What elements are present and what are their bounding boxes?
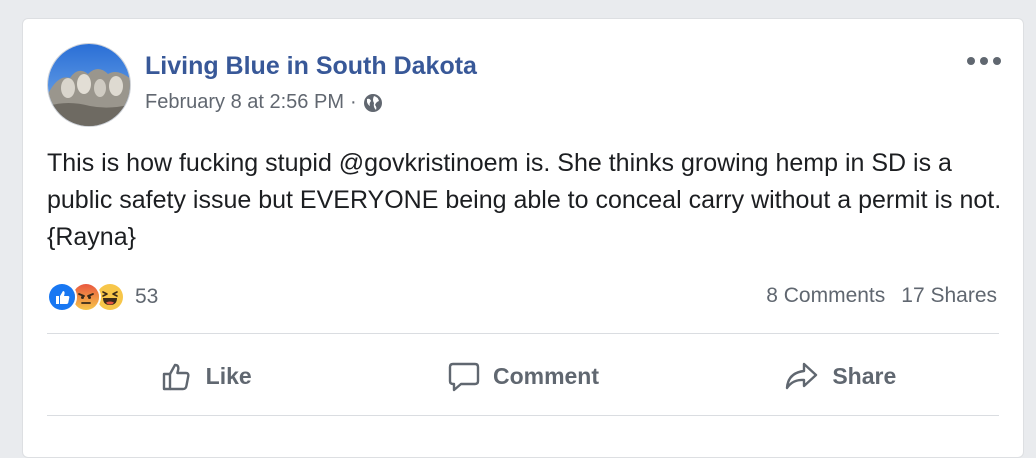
more-options-icon[interactable] [967,51,1001,71]
share-button-label: Share [832,362,897,389]
comments-divider [47,415,999,416]
reaction-count: 53 [135,285,159,308]
like-reaction-icon [47,282,77,312]
meta-separator: · [349,91,357,113]
thumbs-up-icon [162,363,190,391]
actions-divider [47,333,999,334]
shares-count-link[interactable]: 17 Shares [901,284,997,308]
comment-bubble-icon [448,362,480,392]
share-button[interactable]: Share [682,343,999,409]
engagement-stats: 8 Comments 17 Shares [766,284,997,308]
comment-button[interactable]: Comment [364,343,681,409]
post-actions-bar: Like Comment Share [47,343,999,409]
post-meta: February 8 at 2:56 PM · [145,91,383,114]
page-avatar[interactable] [47,43,131,127]
comment-button-label: Comment [492,362,600,389]
like-button[interactable]: Like [47,343,364,409]
share-arrow-icon [786,362,818,390]
like-button-label: Like [205,362,252,389]
page-name-link[interactable]: Living Blue in South Dakota [145,52,477,81]
post-body-text: This is how fucking stupid @govkristinoe… [47,149,1002,251]
post-card: Living Blue in South Dakota February 8 a… [22,18,1024,458]
post-timestamp[interactable]: February 8 at 2:56 PM [145,91,344,114]
comments-count-link[interactable]: 8 Comments [766,284,885,308]
globe-icon[interactable] [363,93,383,113]
reactions-summary[interactable]: 53 [47,281,158,313]
